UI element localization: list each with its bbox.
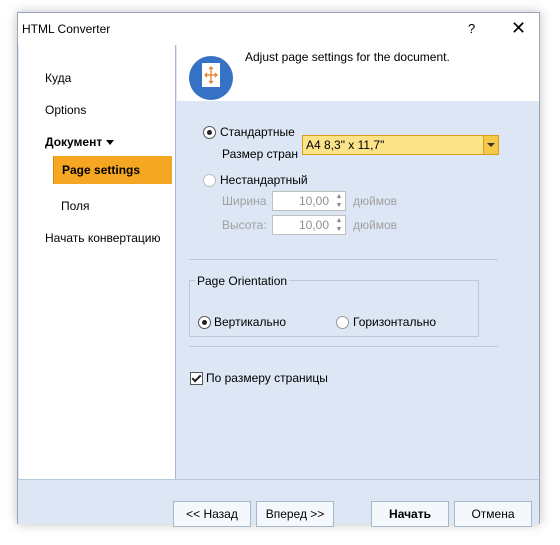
fit-to-page-checkbox[interactable] [190,372,203,385]
portrait-radio[interactable] [198,316,211,329]
stepper-arrows-icon[interactable]: ▲ ▼ [333,192,345,210]
page-size-label: Размер стран [222,147,299,161]
divider [189,346,498,347]
cancel-button[interactable]: Отмена [454,501,532,527]
sidebar-item-page-settings[interactable]: Page settings [53,156,172,184]
next-button[interactable]: Вперед >> [256,501,334,527]
width-value: 10,00 [298,194,329,208]
sidebar-item-destination[interactable]: Куда [45,71,71,85]
page-size-dropdown[interactable]: A4 8,3" x 11,7" [302,135,499,155]
divider [189,259,498,260]
dialog-body: Куда Options Документ Page settings Поля… [18,45,539,527]
chevron-down-icon[interactable] [483,136,498,154]
title-bar: HTML Converter ? ✕ [18,13,539,45]
landscape-label: Горизонтально [353,315,437,329]
help-button[interactable]: ? [468,21,475,36]
sidebar-item-start-conversion[interactable]: Начать конвертацию [45,231,160,245]
height-stepper[interactable]: 10,00 ▲ ▼ [272,215,346,235]
orientation-title: Page Orientation [195,274,290,288]
sidebar: Куда Options Документ Page settings Поля… [19,45,176,479]
sidebar-item-document-label: Документ [45,135,103,149]
start-button[interactable]: Начать [371,501,449,527]
back-button[interactable]: << Назад [173,501,251,527]
landscape-radio[interactable] [336,316,349,329]
height-unit: дюймов [353,218,398,232]
header-text: Adjust page settings for the document. [245,50,450,64]
portrait-label: Вертикально [214,315,287,329]
main-panel: Adjust page settings for the document. С… [177,45,539,479]
button-bar: << Назад Вперед >> Начать Отмена [18,479,539,527]
height-label: Высота: [222,218,267,232]
sidebar-item-margins[interactable]: Поля [61,199,90,213]
page-header: Adjust page settings for the document. [177,45,539,101]
custom-size-label: Нестандартный [220,173,308,187]
width-stepper[interactable]: 10,00 ▲ ▼ [272,191,346,211]
page-size-value: A4 8,3" x 11,7" [306,138,385,152]
sidebar-item-page-settings-label: Page settings [62,163,141,177]
fit-to-page-label: По размеру страницы [206,371,328,385]
height-value: 10,00 [298,218,329,232]
close-button[interactable]: ✕ [511,18,526,38]
width-unit: дюймов [353,194,398,208]
custom-size-radio[interactable] [203,174,216,187]
width-label: Ширина [222,194,267,208]
dialog-window: HTML Converter ? ✕ Куда Options Документ… [17,12,540,527]
chevron-down-icon [106,140,115,146]
sidebar-item-document[interactable]: Документ [45,135,115,149]
sidebar-item-options[interactable]: Options [45,103,86,117]
standard-size-radio[interactable] [203,126,216,139]
stepper-arrows-icon[interactable]: ▲ ▼ [333,216,345,234]
window-title: HTML Converter [22,22,111,36]
standard-size-label: Стандартные [220,125,295,139]
page-size-icon [189,56,233,100]
